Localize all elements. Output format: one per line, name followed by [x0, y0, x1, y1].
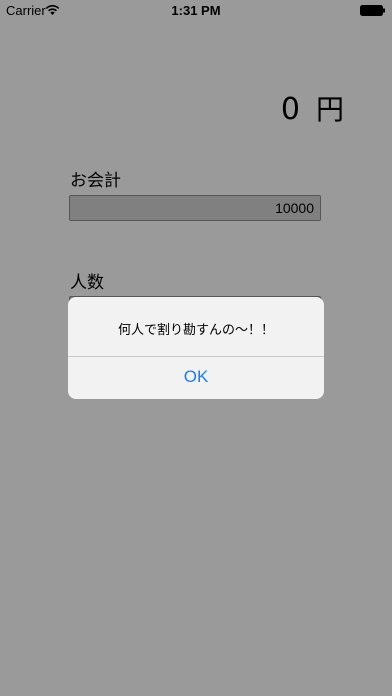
bill-input[interactable]: 10000: [69, 195, 321, 221]
alert-dialog: 何人で割り勘すんの〜！！ OK: [68, 297, 324, 399]
alert-message: 何人で割り勘すんの〜！！: [117, 323, 274, 338]
status-bar: Carrier 1:31 PM: [0, 0, 392, 22]
alert-ok-button[interactable]: OK: [68, 357, 324, 399]
status-time: 1:31 PM: [171, 3, 221, 18]
currency-unit: 円: [315, 93, 344, 126]
split-amount: 0: [280, 92, 300, 127]
people-label: 人数: [70, 273, 104, 293]
battery-icon: [360, 5, 385, 16]
bill-input-value: 10000: [275, 200, 314, 216]
split-result: 0円: [281, 88, 344, 128]
bill-label: お会計: [70, 171, 121, 191]
